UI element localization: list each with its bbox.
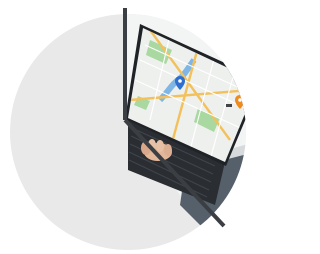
illustration [0, 0, 263, 254]
map-marker [226, 104, 232, 107]
